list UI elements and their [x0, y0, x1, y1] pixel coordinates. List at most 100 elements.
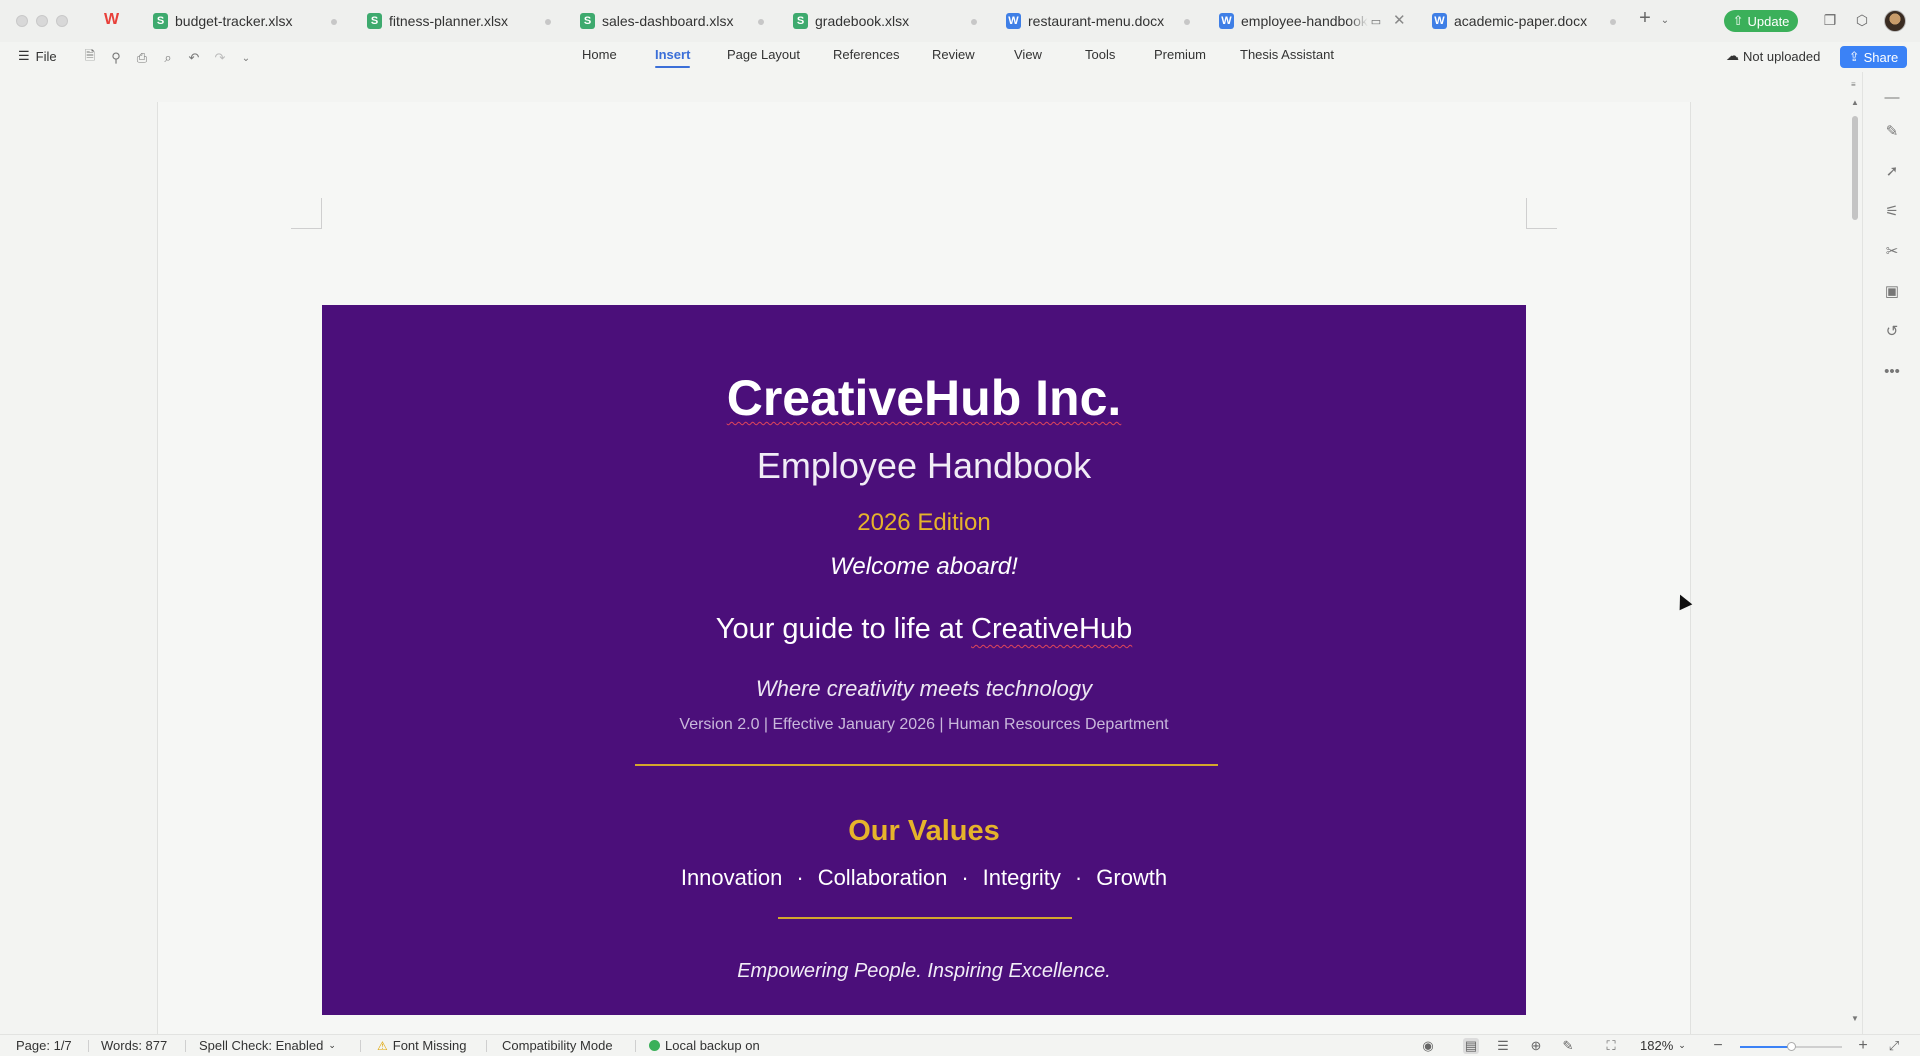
- tab-home[interactable]: Home: [582, 47, 617, 62]
- tab-dot: [1184, 19, 1190, 25]
- value-separator: ·: [1074, 865, 1083, 890]
- scroll-thumb[interactable]: [1852, 116, 1858, 220]
- handbook-title: Employee Handbook: [756, 445, 1092, 486]
- tab-view[interactable]: View: [1014, 47, 1042, 62]
- value-separator: ·: [796, 865, 804, 890]
- print-preview-icon[interactable]: ⌕: [160, 50, 176, 66]
- tab-gradebook[interactable]: S gradebook.xlsx: [793, 9, 909, 33]
- not-uploaded-label: Not uploaded: [1743, 48, 1821, 64]
- spreadsheet-icon: S: [793, 13, 808, 29]
- tab-dot: [971, 19, 977, 25]
- history-icon[interactable]: ↺: [1883, 322, 1901, 340]
- company-name: CreativeHub Inc.: [322, 369, 1526, 427]
- update-button[interactable]: ⇧ Update: [1724, 10, 1798, 32]
- vertical-scrollbar[interactable]: ≡ ▲ ▼: [1848, 80, 1862, 1034]
- tab-sales-dashboard[interactable]: S sales-dashboard.xlsx: [580, 9, 734, 33]
- undo-icon[interactable]: ↶: [186, 50, 202, 66]
- tab-fitness-planner[interactable]: S fitness-planner.xlsx: [367, 9, 508, 33]
- file-menu-button[interactable]: ☰ File: [18, 48, 57, 64]
- edit-pen-icon[interactable]: ✎: [1883, 122, 1901, 140]
- zoom-in-icon[interactable]: +: [1855, 1037, 1871, 1054]
- zoom-slider-knob[interactable]: [1787, 1042, 1796, 1051]
- tab-academic-paper[interactable]: W academic-paper.docx: [1432, 9, 1587, 33]
- minimize-window-button[interactable]: [36, 15, 48, 27]
- scroll-split-icon[interactable]: ≡: [1851, 80, 1856, 89]
- upload-arrow-icon: ⇧: [1732, 13, 1744, 28]
- tab-label: budget-tracker.xlsx: [175, 13, 293, 29]
- tab-label: gradebook.xlsx: [815, 13, 910, 29]
- version-line: Version 2.0 | Effective January 2026 | H…: [679, 716, 1169, 733]
- collapse-panel-icon[interactable]: —: [1883, 88, 1901, 106]
- tab-dot: [545, 19, 551, 25]
- chevron-down-icon[interactable]: ⌄: [1657, 12, 1673, 28]
- tools-icon[interactable]: ✂: [1883, 242, 1901, 260]
- zoom-slider-fill: [1740, 1046, 1791, 1048]
- pen-icon[interactable]: ✎: [1560, 1038, 1576, 1054]
- cube-icon[interactable]: ⬡: [1854, 12, 1870, 28]
- tab-close-icon[interactable]: ✕: [1393, 11, 1406, 29]
- zoom-slider[interactable]: [1740, 1042, 1842, 1051]
- tab-premium[interactable]: Premium: [1154, 47, 1206, 62]
- tab-label: sales-dashboard.xlsx: [602, 13, 734, 29]
- tab-dot: [1610, 19, 1616, 25]
- word-count[interactable]: Words: 877: [101, 1038, 167, 1053]
- avatar[interactable]: [1884, 10, 1906, 32]
- tab-tools[interactable]: Tools: [1085, 47, 1115, 62]
- welcome-text: Welcome aboard!: [830, 553, 1018, 580]
- values-heading: Our Values: [848, 815, 1000, 847]
- value-item: Innovation: [680, 865, 783, 890]
- compatibility-mode[interactable]: Compatibility Mode: [502, 1038, 613, 1053]
- new-tab-plus-icon[interactable]: +: [1637, 7, 1653, 29]
- document-icon: W: [1219, 13, 1234, 29]
- tab-page-layout[interactable]: Page Layout: [727, 47, 800, 62]
- tab-label: employee-handbook: [1241, 13, 1368, 29]
- zoom-level-dropdown[interactable]: 182% ⌄: [1640, 1038, 1686, 1053]
- scroll-down-arrow-icon[interactable]: ▼: [1851, 1014, 1859, 1023]
- margin-corner-mark: [1526, 198, 1557, 229]
- chevron-down-icon[interactable]: ⌄: [238, 50, 254, 66]
- window-icon[interactable]: ❐: [1822, 12, 1838, 28]
- image-edit-icon[interactable]: ▣: [1883, 282, 1901, 300]
- share-label: Share: [1863, 49, 1899, 65]
- web-view-icon[interactable]: ⊕: [1528, 1038, 1544, 1054]
- backup-status[interactable]: Local backup on: [649, 1038, 760, 1053]
- redo-icon[interactable]: ↷: [212, 50, 228, 66]
- tab-label: academic-paper.docx: [1454, 13, 1588, 29]
- tab-budget-tracker[interactable]: S budget-tracker.xlsx: [153, 9, 293, 33]
- format-painter-icon[interactable]: ⚲: [108, 50, 124, 66]
- eye-icon[interactable]: ◉: [1420, 1038, 1436, 1054]
- outline-view-icon[interactable]: ☰: [1495, 1038, 1511, 1054]
- tab-references[interactable]: References: [833, 47, 899, 62]
- document-page[interactable]: CreativeHub Inc. Employee Handbook 2026 …: [157, 102, 1691, 1034]
- tab-restaurant-menu[interactable]: W restaurant-menu.docx: [1006, 9, 1164, 33]
- tab-review[interactable]: Review: [932, 47, 975, 62]
- scroll-up-arrow-icon[interactable]: ▲: [1851, 98, 1859, 107]
- tab-insert[interactable]: Insert: [655, 47, 691, 68]
- close-window-button[interactable]: [16, 15, 28, 27]
- cover-block: CreativeHub Inc. Employee Handbook 2026 …: [322, 305, 1526, 1015]
- select-arrow-icon[interactable]: ➚: [1883, 162, 1901, 180]
- adjust-sliders-icon[interactable]: ⚟: [1883, 202, 1901, 220]
- warning-icon: ⚠: [377, 1038, 388, 1053]
- upload-status-button[interactable]: ☁ Not uploaded: [1726, 48, 1820, 64]
- font-missing-button[interactable]: ⚠ Font Missing: [377, 1038, 466, 1053]
- zoom-out-icon[interactable]: −: [1710, 1037, 1726, 1054]
- save-icon[interactable]: 🗎: [82, 48, 98, 66]
- tab-label: restaurant-menu.docx: [1028, 13, 1165, 29]
- tab-thesis-assistant[interactable]: Thesis Assistant: [1240, 47, 1334, 62]
- fullscreen-icon[interactable]: ⤢: [1886, 1038, 1902, 1054]
- spreadsheet-icon: S: [153, 13, 168, 29]
- more-options-icon[interactable]: •••: [1883, 362, 1901, 380]
- document-canvas[interactable]: CreativeHub Inc. Employee Handbook 2026 …: [0, 72, 1862, 1034]
- divider: [635, 1040, 636, 1052]
- page-indicator[interactable]: Page: 1/7: [16, 1038, 72, 1053]
- fit-page-icon[interactable]: ⛶: [1603, 1038, 1619, 1054]
- app-logo-icon[interactable]: W: [104, 11, 124, 31]
- spell-check-toggle[interactable]: Spell Check: Enabled ⌄: [199, 1038, 336, 1053]
- page-view-icon[interactable]: ▤: [1463, 1038, 1479, 1054]
- spell-check-label: Spell Check: Enabled: [199, 1038, 324, 1053]
- share-button[interactable]: ⇪ Share: [1840, 46, 1907, 68]
- tab-employee-handbook[interactable]: W employee-handbook: [1219, 9, 1368, 33]
- zoom-window-button[interactable]: [56, 15, 68, 27]
- print-icon[interactable]: ⎙: [134, 50, 150, 66]
